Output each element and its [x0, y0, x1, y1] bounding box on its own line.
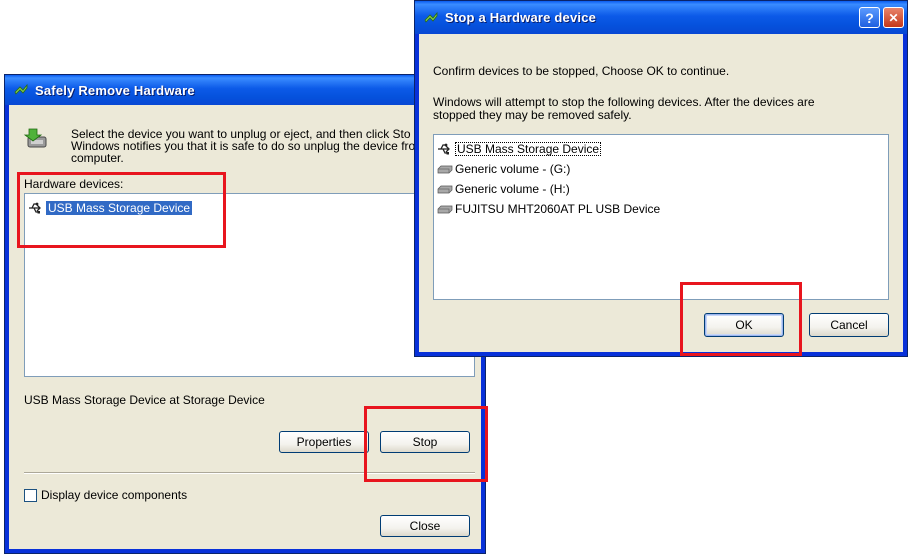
display-components-label[interactable]: Display device components	[41, 488, 187, 502]
device-label: FUJITSU MHT2060AT PL USB Device	[455, 202, 661, 216]
drive-icon	[436, 162, 454, 176]
instruction-text-3: computer.	[71, 151, 124, 165]
properties-button[interactable]: Properties	[279, 431, 369, 453]
info-text-1: Windows will attempt to stop the followi…	[433, 95, 815, 109]
display-components-checkbox[interactable]	[24, 489, 37, 502]
safely-remove-titlebar[interactable]: Safely Remove Hardware	[5, 75, 485, 105]
stop-device-titlebar[interactable]: Stop a Hardware device ? ✕	[415, 1, 907, 34]
highlight-box-device	[17, 172, 226, 248]
list-item[interactable]: USB Mass Storage Device	[436, 139, 886, 159]
stop-device-client: Confirm devices to be stopped, Choose OK…	[419, 34, 903, 352]
hardware-icon	[423, 10, 439, 26]
info-text-2: stopped they may be removed safely.	[433, 108, 632, 122]
device-status-text: USB Mass Storage Device at Storage Devic…	[24, 393, 265, 407]
highlight-box-ok	[680, 282, 802, 356]
hardware-icon	[13, 82, 29, 98]
highlight-box-stop	[364, 406, 488, 482]
dialog-title: Stop a Hardware device	[445, 10, 597, 25]
list-item[interactable]: Generic volume - (G:)	[436, 159, 886, 179]
device-label: USB Mass Storage Device	[455, 142, 602, 156]
confirm-text: Confirm devices to be stopped, Choose OK…	[433, 64, 730, 78]
drive-icon	[436, 182, 454, 196]
cancel-button[interactable]: Cancel	[809, 313, 889, 337]
window-title: Safely Remove Hardware	[35, 82, 195, 98]
list-item[interactable]: FUJITSU MHT2060AT PL USB Device	[436, 199, 886, 219]
help-button[interactable]: ?	[859, 7, 880, 28]
list-item[interactable]: Generic volume - (H:)	[436, 179, 886, 199]
device-label: Generic volume - (G:)	[455, 162, 571, 176]
stop-hardware-device-window: Stop a Hardware device ? ✕ Confirm devic…	[414, 0, 908, 357]
close-button[interactable]: Close	[380, 515, 470, 537]
stop-devices-list[interactable]: USB Mass Storage Device Generic volume -…	[433, 134, 889, 300]
device-label: Generic volume - (H:)	[455, 182, 570, 196]
close-icon[interactable]: ✕	[883, 7, 904, 28]
safely-remove-hardware-icon	[23, 125, 53, 158]
usb-icon	[436, 142, 454, 156]
drive-icon	[436, 202, 454, 216]
